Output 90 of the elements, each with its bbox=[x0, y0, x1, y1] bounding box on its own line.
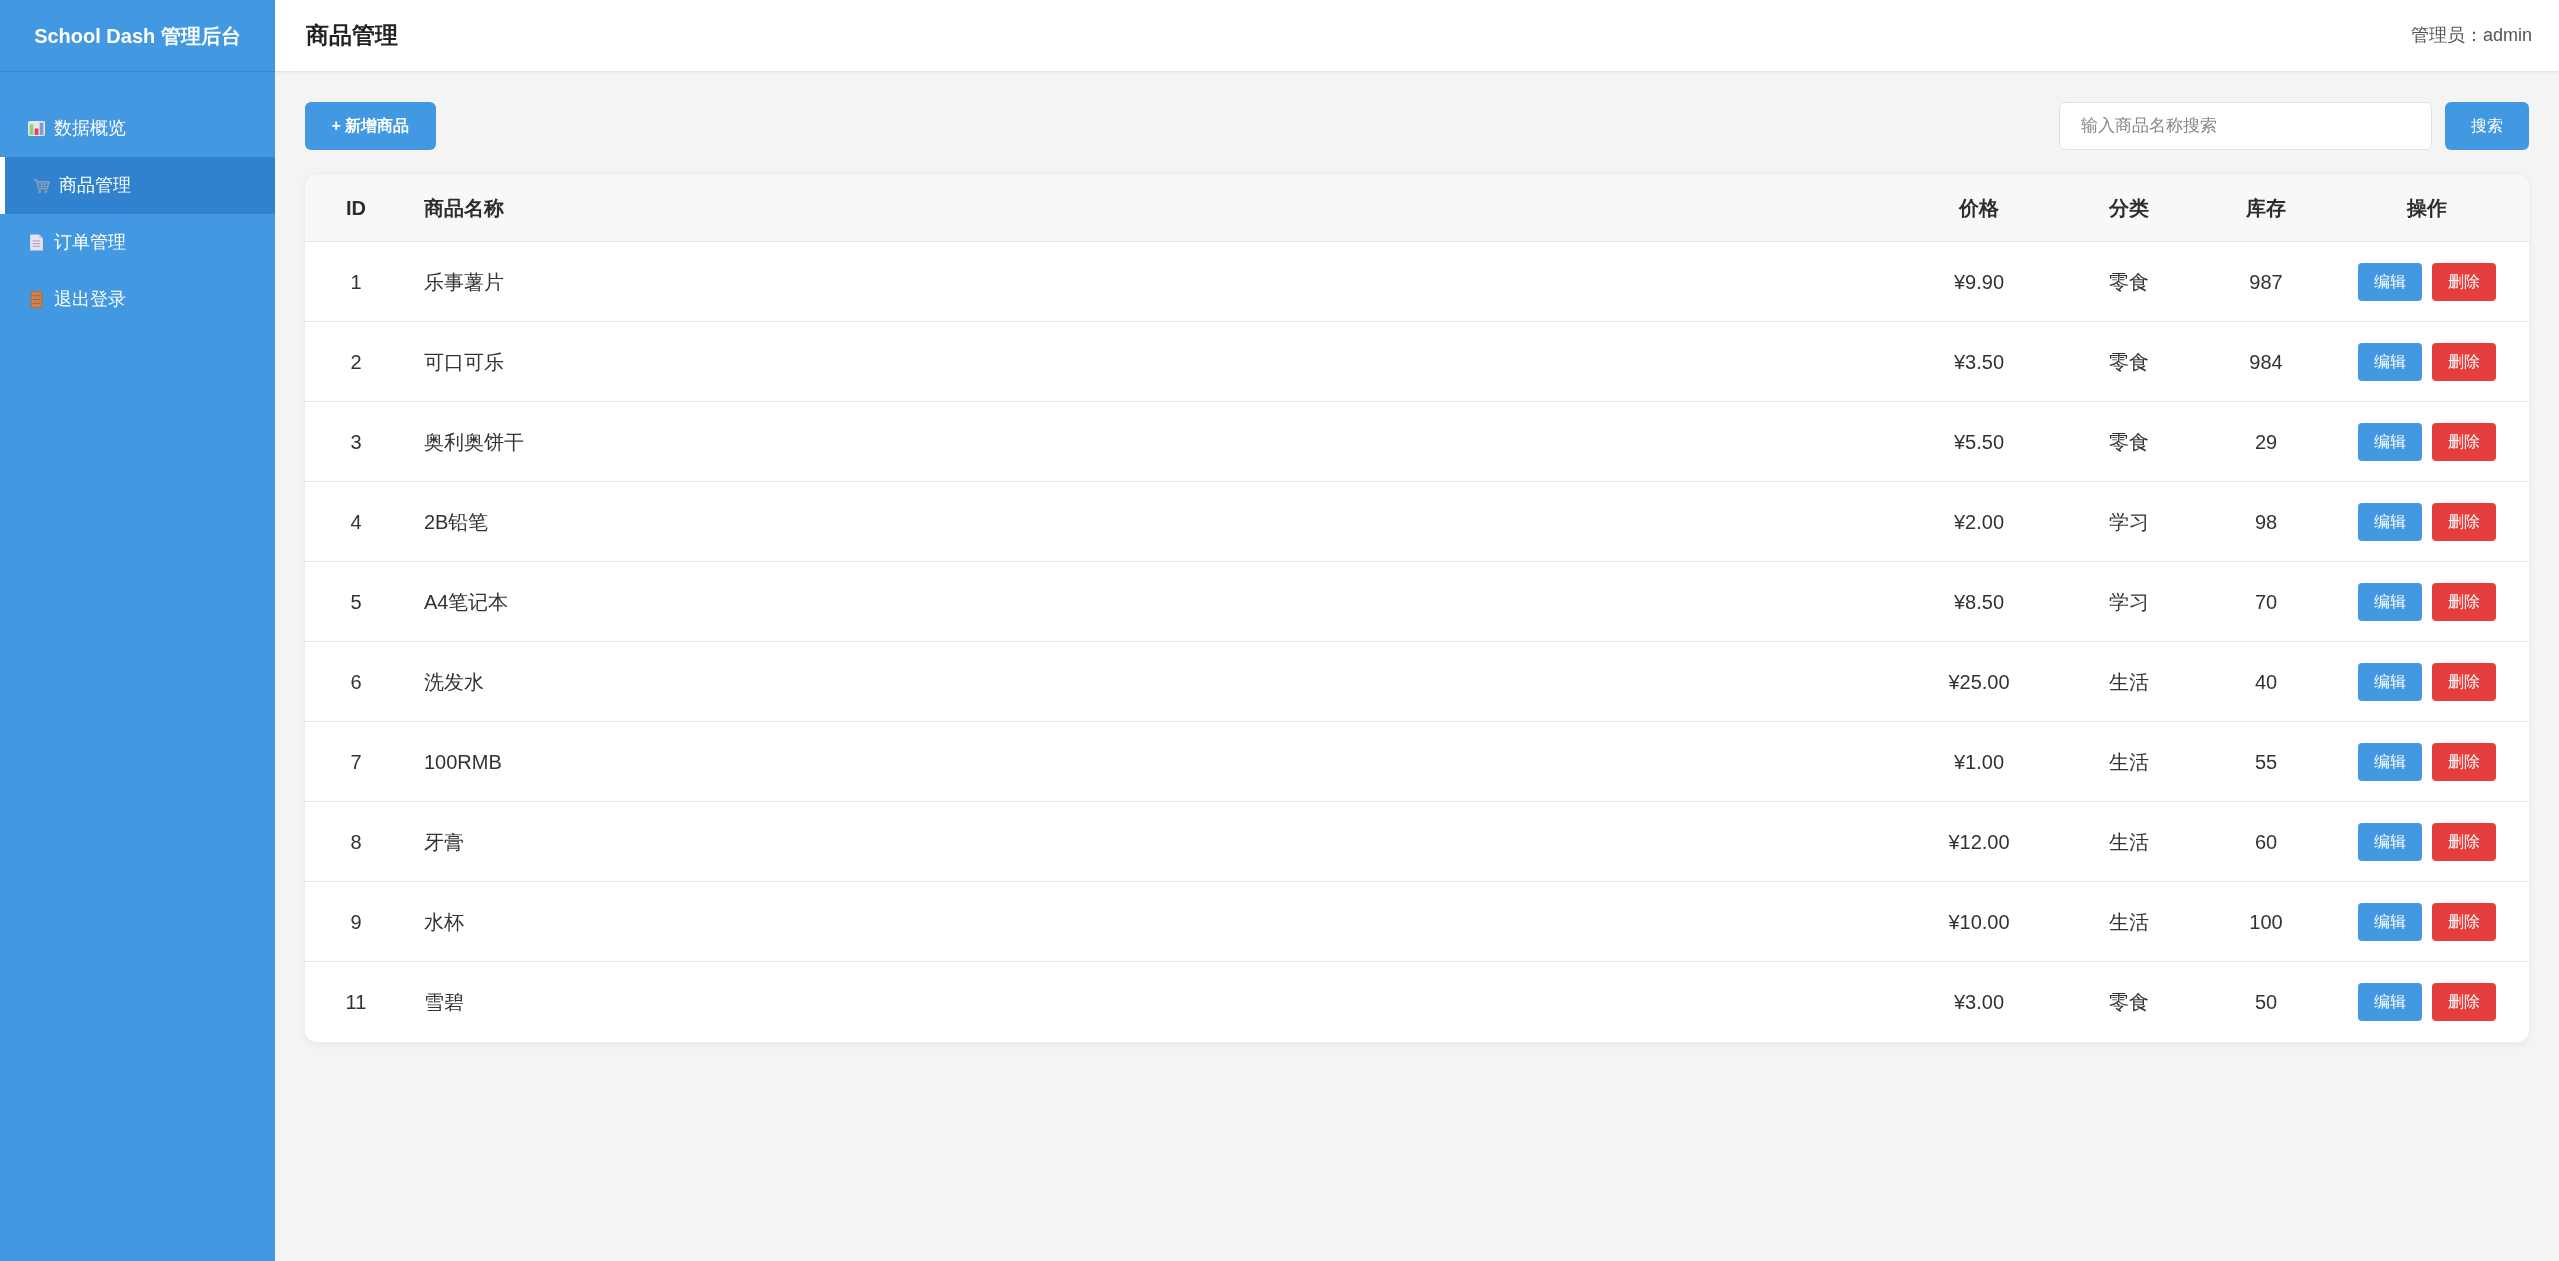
table-cell-text: 学习 bbox=[2109, 509, 2149, 535]
table-cell-text: 零食 bbox=[2109, 429, 2149, 455]
table-cell-text: 984 bbox=[2249, 349, 2283, 375]
delete-button[interactable]: 删除 bbox=[2432, 742, 2496, 781]
add-product-button[interactable]: + 新增商品 bbox=[305, 102, 436, 150]
delete-button[interactable]: 删除 bbox=[2432, 662, 2496, 701]
table-cell-text: 98 bbox=[2254, 509, 2278, 535]
table-cell-text: 零食 bbox=[2109, 349, 2149, 375]
table-cell-text: 70 bbox=[2254, 589, 2278, 615]
delete-button[interactable]: 删除 bbox=[2432, 502, 2496, 541]
search-button[interactable]: 搜索 bbox=[2445, 102, 2529, 150]
delete-button[interactable]: 删除 bbox=[2432, 822, 2496, 861]
column-header: 分类 bbox=[2109, 196, 2149, 221]
nav-item[interactable]: 退出登录 bbox=[0, 271, 275, 328]
nav-item[interactable]: 商品管理 bbox=[0, 157, 275, 214]
table-cell-text: 55 bbox=[2254, 749, 2278, 775]
table-cell-text: ¥2.00 bbox=[1953, 509, 2005, 535]
table-cell-text: ¥1.00 bbox=[1953, 749, 2005, 775]
table-cell-text: 2B铅笔 bbox=[424, 509, 489, 535]
table-cell-text: 7 bbox=[350, 749, 362, 775]
table-cell-text: 奥利奥饼干 bbox=[424, 429, 524, 455]
table-cell-text: ¥3.00 bbox=[1953, 990, 2005, 1015]
table-cell-text: 生活 bbox=[2109, 829, 2149, 855]
delete-button[interactable]: 删除 bbox=[2432, 902, 2496, 941]
table-cell-text: 100 bbox=[2249, 909, 2283, 935]
table-cell-text: 100RMB bbox=[424, 749, 502, 775]
table-cell-text: 学习 bbox=[2109, 589, 2149, 615]
delete-button[interactable]: 删除 bbox=[2432, 422, 2496, 461]
column-header: 操作 bbox=[2407, 196, 2447, 221]
table-cell-text: ¥9.90 bbox=[1953, 269, 2005, 295]
table-cell-text: 29 bbox=[2254, 429, 2278, 455]
table-cell-text: 1 bbox=[350, 269, 362, 295]
user-label: 管理员：admin bbox=[2410, 24, 2532, 47]
edit-button[interactable]: 编辑 bbox=[2358, 582, 2422, 621]
table-cell-text: ¥25.00 bbox=[1948, 669, 2010, 695]
table-cell-text: 3 bbox=[350, 429, 362, 455]
table-cell-text: 洗发水 bbox=[424, 669, 484, 695]
edit-button[interactable]: 编辑 bbox=[2358, 342, 2422, 381]
door-icon bbox=[28, 291, 45, 308]
table-cell-text: 生活 bbox=[2109, 669, 2149, 695]
column-header: ID bbox=[346, 196, 366, 221]
cart-icon bbox=[33, 177, 50, 194]
delete-button[interactable]: 删除 bbox=[2432, 582, 2496, 621]
table-cell-text: 雪碧 bbox=[424, 990, 464, 1015]
table-cell-text: 987 bbox=[2249, 269, 2283, 295]
table-cell-text: 可口可乐 bbox=[424, 349, 504, 375]
table-cell-text: 11 bbox=[345, 990, 367, 1015]
column-header: 商品名称 bbox=[424, 196, 504, 221]
edit-button[interactable]: 编辑 bbox=[2358, 983, 2422, 1021]
table-cell-text: 生活 bbox=[2109, 749, 2149, 775]
table-cell-text: 5 bbox=[350, 589, 362, 615]
edit-button[interactable]: 编辑 bbox=[2358, 662, 2422, 701]
page-title: 商品管理 bbox=[306, 21, 398, 51]
edit-button[interactable]: 编辑 bbox=[2358, 502, 2422, 541]
delete-button[interactable]: 删除 bbox=[2432, 342, 2496, 381]
edit-button[interactable]: 编辑 bbox=[2358, 822, 2422, 861]
bar-chart-icon bbox=[28, 120, 45, 137]
table-cell-text: 9 bbox=[350, 909, 362, 935]
table-cell-text: A4笔记本 bbox=[424, 589, 509, 615]
edit-button[interactable]: 编辑 bbox=[2358, 262, 2422, 301]
table-cell-text: ¥10.00 bbox=[1948, 909, 2010, 935]
document-icon bbox=[28, 234, 45, 251]
table-cell-text: ¥3.50 bbox=[1953, 349, 2005, 375]
edit-button[interactable]: 编辑 bbox=[2358, 902, 2422, 941]
table-cell-text: 60 bbox=[2254, 829, 2278, 855]
table-cell-text: 水杯 bbox=[424, 909, 464, 935]
table-cell-text: 8 bbox=[350, 829, 362, 855]
nav-item[interactable]: 数据概览 bbox=[0, 100, 275, 157]
table-cell-text: 50 bbox=[2254, 990, 2278, 1015]
table-cell-text: 零食 bbox=[2109, 990, 2149, 1015]
table-cell-text: 6 bbox=[350, 669, 362, 695]
table-cell-text: 牙膏 bbox=[424, 829, 464, 855]
edit-button[interactable]: 编辑 bbox=[2358, 742, 2422, 781]
table-cell-text: ¥12.00 bbox=[1948, 829, 2010, 855]
table-cell-text: 生活 bbox=[2109, 909, 2149, 935]
app-title: School Dash 管理后台 bbox=[34, 23, 241, 49]
nav-item[interactable]: 订单管理 bbox=[0, 214, 275, 271]
edit-button[interactable]: 编辑 bbox=[2358, 422, 2422, 461]
column-header: 价格 bbox=[1959, 196, 1999, 221]
table-cell-text: 2 bbox=[350, 349, 362, 375]
table-cell-text: 40 bbox=[2254, 669, 2278, 695]
table-cell-text: 零食 bbox=[2109, 269, 2149, 295]
column-header: 库存 bbox=[2246, 196, 2286, 221]
table-cell-text: 乐事薯片 bbox=[424, 269, 504, 295]
table-cell-text: 4 bbox=[350, 509, 362, 535]
table-cell-text: ¥8.50 bbox=[1953, 589, 2005, 615]
delete-button[interactable]: 删除 bbox=[2432, 262, 2496, 301]
search-field[interactable]: 输入商品名称搜索 bbox=[2059, 102, 2432, 150]
delete-button[interactable]: 删除 bbox=[2432, 983, 2496, 1021]
table-cell-text: ¥5.50 bbox=[1953, 429, 2005, 455]
